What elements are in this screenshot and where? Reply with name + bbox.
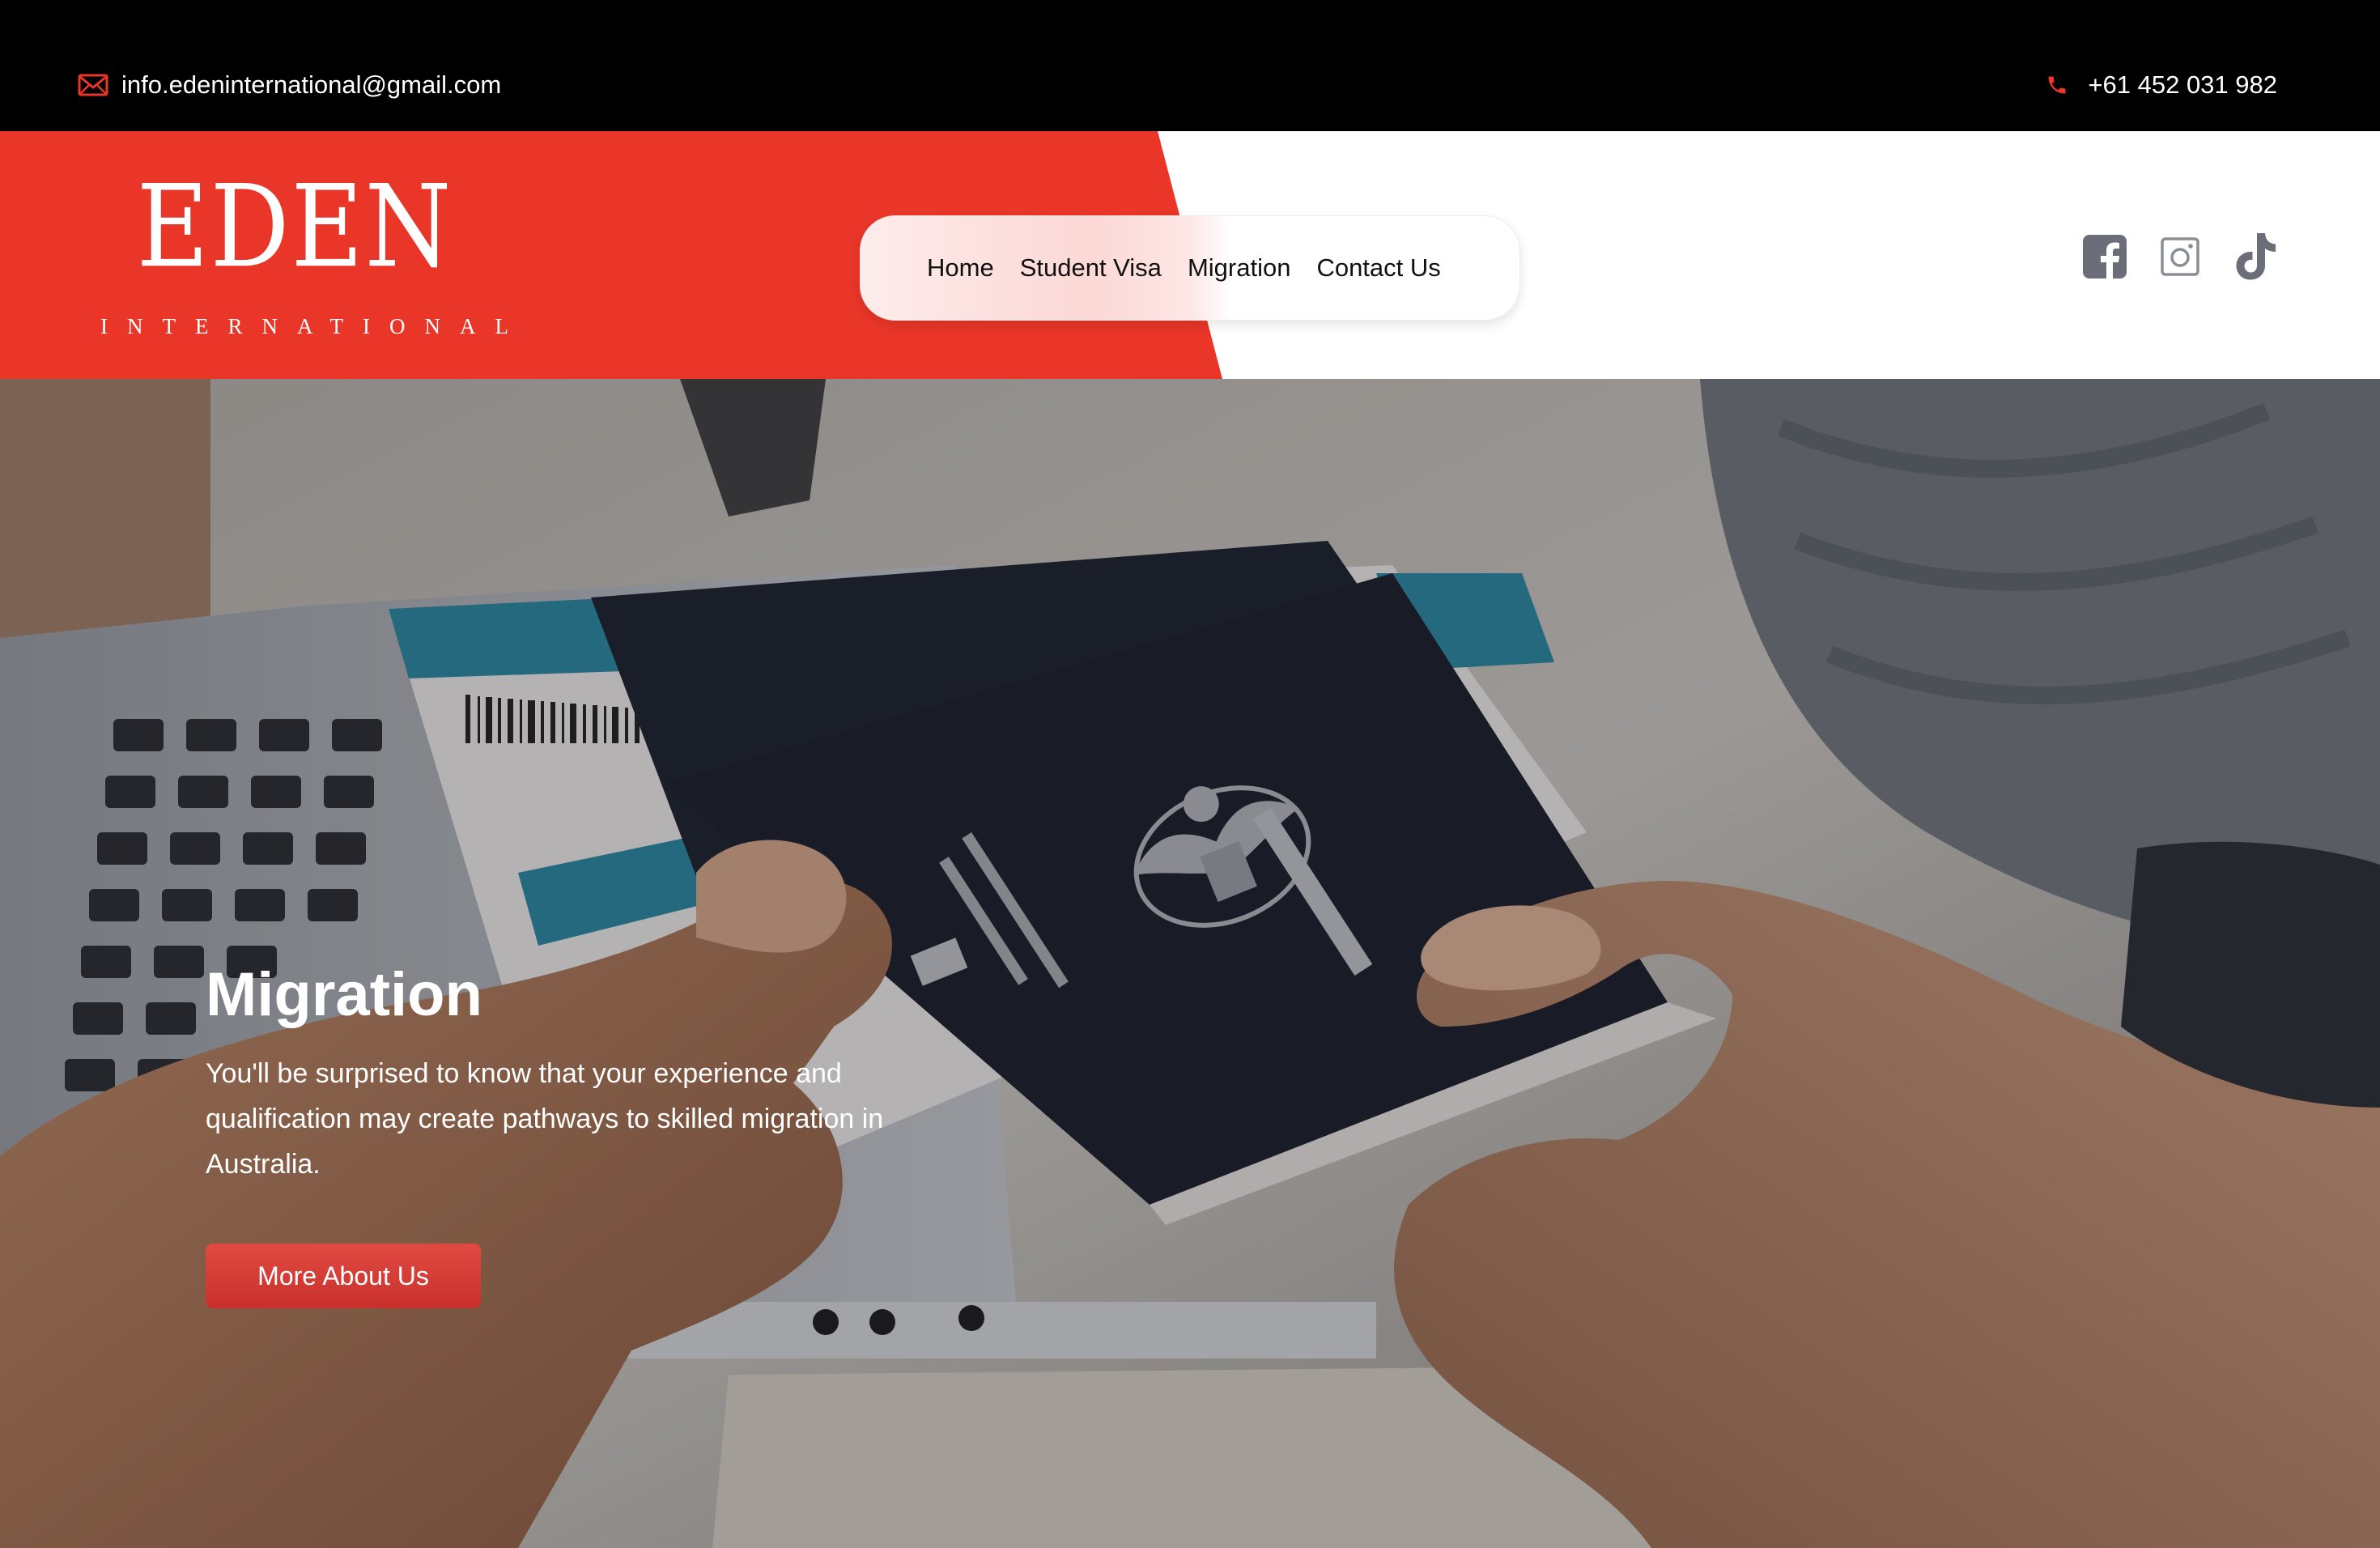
site-header: EDEN INTERNATIONAL Home Student Visa Mig…: [0, 131, 2380, 379]
hero-section: Migration You'll be surprised to know th…: [0, 379, 2380, 1548]
facebook-icon[interactable]: [2082, 234, 2127, 279]
logo-brand: EDEN: [136, 160, 453, 293]
hero-content: Migration You'll be surprised to know th…: [206, 959, 967, 1187]
phone-link[interactable]: +61 452 031 982: [2046, 68, 2277, 102]
page: info.edeninternational@gmail.com +61 452…: [0, 0, 2380, 1548]
phone-text: +61 452 031 982: [2088, 70, 2277, 99]
phone-icon: [2046, 74, 2068, 96]
eden-logo[interactable]: EDEN INTERNATIONAL: [100, 162, 528, 348]
social-links: [2082, 232, 2278, 282]
email-text: info.edeninternational@gmail.com: [121, 70, 502, 99]
more-about-us-button[interactable]: More About Us: [206, 1244, 481, 1308]
hero-description: You'll be surprised to know that your ex…: [206, 1058, 884, 1180]
nav-item-student-visa[interactable]: Student Visa: [1020, 252, 1162, 284]
nav-item-migration[interactable]: Migration: [1188, 252, 1291, 284]
envelope-icon: [78, 74, 108, 96]
instagram-icon[interactable]: [2158, 235, 2202, 279]
top-contact-bar: info.edeninternational@gmail.com +61 452…: [0, 0, 2380, 131]
hero-title: Migration: [206, 960, 482, 1029]
logo-subtitle: INTERNATIONAL: [100, 314, 528, 338]
nav-item-contact-us[interactable]: Contact Us: [1316, 252, 1440, 284]
email-link[interactable]: info.edeninternational@gmail.com: [78, 68, 501, 102]
tiktok-icon[interactable]: [2233, 232, 2278, 282]
nav-item-home[interactable]: Home: [927, 252, 994, 284]
main-nav: Home Student Visa Migration Contact Us: [860, 215, 1520, 321]
